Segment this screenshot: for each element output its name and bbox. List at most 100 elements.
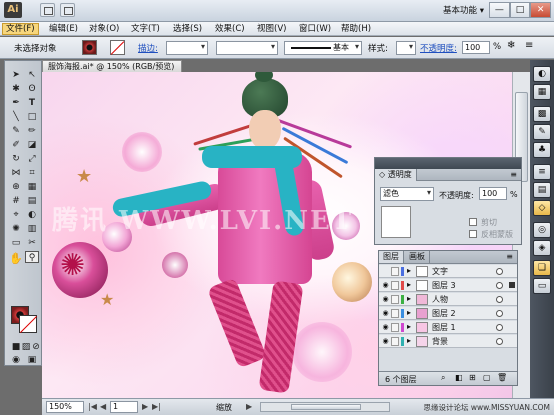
panel-grip[interactable] — [375, 158, 521, 169]
expand-triangle-icon[interactable]: ▸ — [407, 294, 411, 303]
lasso-icon[interactable]: ʘ — [25, 83, 39, 95]
layer-row[interactable]: ◉ ▸ 图层 1 — [379, 321, 517, 334]
line-tool-icon[interactable]: ╲ — [9, 111, 23, 123]
draw-normal-icon[interactable]: ◉ — [9, 354, 23, 366]
lock-toggle[interactable] — [391, 267, 399, 276]
recolor-icon[interactable]: ❄ — [507, 40, 515, 51]
lock-toggle[interactable] — [391, 323, 399, 332]
clipping-mask-icon[interactable]: ◧ — [455, 373, 463, 382]
graphic-style-dropdown[interactable] — [396, 41, 416, 55]
layer-row[interactable]: ◉ ▸ 图层 2 — [379, 307, 517, 320]
new-sublayer-icon[interactable]: ⊞ — [469, 373, 476, 382]
expand-triangle-icon[interactable]: ▸ — [407, 308, 411, 317]
status-menu-icon[interactable]: ▶ — [246, 402, 252, 411]
screen-mode-icon[interactable]: ▣ — [25, 354, 39, 366]
opacity-label[interactable]: 不透明度: — [420, 42, 457, 54]
tab-transparency[interactable]: ◇ 透明度 — [375, 169, 417, 181]
menu-file[interactable]: 文件(F) — [2, 23, 39, 35]
graphic-styles-icon[interactable]: ◈ — [533, 240, 551, 256]
layers-menu-icon[interactable]: ≡ — [506, 252, 513, 261]
scale-tool-icon[interactable]: ⤢ — [25, 153, 39, 165]
layer-target-icon[interactable] — [496, 338, 503, 345]
layer-target-icon[interactable] — [496, 268, 503, 275]
horizontal-scroll-thumb[interactable] — [291, 404, 361, 410]
layer-target-icon[interactable] — [496, 282, 503, 289]
lock-toggle[interactable] — [391, 337, 399, 346]
layer-name[interactable]: 图层 1 — [432, 322, 456, 333]
expand-triangle-icon[interactable]: ▸ — [407, 336, 411, 345]
fill-stroke-widget[interactable] — [11, 306, 37, 334]
current-tool-status[interactable]: 缩放 — [216, 402, 232, 413]
visibility-toggle[interactable] — [381, 267, 390, 276]
layer-row[interactable]: ▸ 文字 — [379, 265, 517, 278]
menu-edit[interactable]: 编辑(E) — [46, 23, 81, 35]
color-guide-icon[interactable]: ▦ — [533, 84, 551, 100]
artboards-panel-icon[interactable]: ▭ — [533, 278, 551, 294]
layer-name[interactable]: 文字 — [432, 266, 448, 277]
layer-name[interactable]: 图层 2 — [432, 308, 456, 319]
locate-object-icon[interactable]: ⌕ — [441, 373, 445, 383]
eye-icon[interactable]: ◉ — [381, 337, 390, 346]
hand-icon[interactable]: ✋ — [9, 253, 23, 265]
column-graph-icon[interactable]: ▥ — [25, 223, 39, 235]
panel-menu-icon[interactable]: ≡ — [525, 40, 533, 51]
prev-artboard-icon[interactable]: ◀ — [100, 402, 106, 411]
eye-icon[interactable]: ◉ — [381, 295, 390, 304]
maximize-button[interactable]: □ — [509, 2, 531, 18]
symbol-sprayer-icon[interactable]: ✺ — [9, 223, 23, 235]
blend-tool-icon[interactable]: ◐ — [25, 209, 39, 221]
horizontal-scrollbar[interactable] — [260, 402, 390, 412]
layer-row[interactable]: ◉ ▸ 图层 3 — [379, 279, 517, 292]
zoom-level-field[interactable]: 150% — [46, 401, 84, 413]
layer-target-icon[interactable] — [496, 296, 503, 303]
brushes-panel-icon[interactable]: ✎ — [533, 124, 551, 140]
last-artboard-icon[interactable]: ▶| — [152, 402, 161, 411]
lock-toggle[interactable] — [391, 281, 399, 290]
stroke-label[interactable]: 描边: — [138, 42, 158, 54]
free-transform-icon[interactable]: ⌗ — [25, 167, 39, 179]
eye-icon[interactable]: ◉ — [381, 281, 390, 290]
panel-opacity-input[interactable]: 100 — [479, 187, 507, 200]
menu-object[interactable]: 对象(O) — [86, 23, 122, 35]
menu-view[interactable]: 视图(V) — [254, 23, 289, 35]
blob-brush-icon[interactable]: ✐ — [9, 139, 23, 151]
slice-tool-icon[interactable]: ✂ — [25, 237, 39, 249]
gradient-tool-icon[interactable]: ▤ — [25, 195, 39, 207]
artboard-tool-icon[interactable]: ▭ — [9, 237, 23, 249]
mesh-tool-icon[interactable]: # — [9, 195, 23, 207]
gradient-panel-icon[interactable]: ▤ — [533, 182, 551, 198]
layers-icon[interactable]: ❏ — [533, 260, 551, 276]
clip-checkbox[interactable] — [469, 218, 477, 226]
close-button[interactable]: ✕ — [530, 2, 552, 18]
new-layer-icon[interactable]: ▢ — [483, 373, 491, 382]
variable-width-dropdown[interactable] — [216, 41, 278, 55]
zoom-icon[interactable]: ⚲ — [25, 251, 39, 263]
stroke-weight-dropdown[interactable] — [166, 41, 208, 55]
selection-tool-icon[interactable]: ➤ — [9, 69, 23, 81]
artboard-number-field[interactable]: 1 — [110, 401, 138, 413]
stroke-panel-icon[interactable]: ≡ — [533, 164, 551, 180]
document-tab[interactable]: 服饰海报.ai* @ 150% (RGB/预览) — [42, 60, 182, 72]
panel-menu-icon[interactable]: ≡ — [510, 170, 517, 179]
direct-selection-tool-icon[interactable]: ↖ — [25, 69, 39, 81]
pencil-icon[interactable]: ✏ — [25, 125, 39, 137]
brush-definition-dropdown[interactable]: 基本 — [284, 41, 362, 55]
eraser-icon[interactable]: ◪ — [25, 139, 39, 151]
none-mode-icon[interactable]: ⊘ — [29, 341, 43, 353]
blend-mode-dropdown[interactable]: 滤色 — [380, 187, 434, 201]
menu-window[interactable]: 窗口(W) — [296, 23, 334, 35]
opacity-input[interactable]: 100 — [462, 41, 490, 54]
tab-layers[interactable]: 图层 — [379, 251, 404, 263]
layer-name[interactable]: 人物 — [432, 294, 448, 305]
expand-triangle-icon[interactable]: ▸ — [407, 266, 411, 275]
workspace-switcher[interactable]: 基本功能 — [443, 4, 484, 16]
transparency-icon[interactable]: ◇ — [533, 200, 551, 216]
eyedropper-icon[interactable]: ⌖ — [9, 209, 23, 221]
rectangle-tool-icon[interactable]: □ — [25, 111, 39, 123]
layer-row[interactable]: ◉ ▸ 背景 — [379, 335, 517, 348]
tab-artboards[interactable]: 画板 — [405, 251, 430, 263]
layer-name[interactable]: 图层 3 — [432, 280, 456, 291]
type-tool-icon[interactable]: T — [25, 97, 39, 109]
eye-icon[interactable]: ◉ — [381, 323, 390, 332]
stroke-color-box[interactable] — [19, 315, 37, 333]
